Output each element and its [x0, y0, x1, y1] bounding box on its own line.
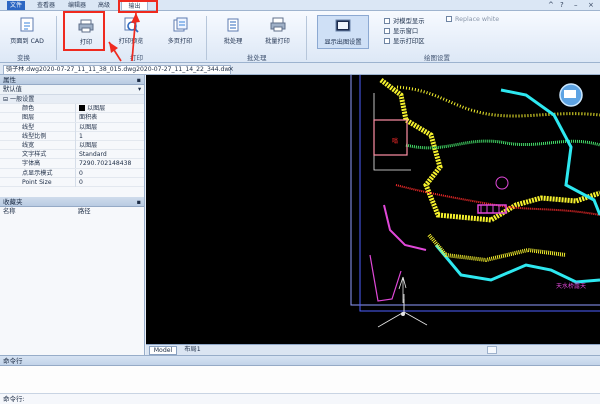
canvas-tabs: Model 布局1 [146, 344, 600, 355]
chevron-down-icon: ▾ [138, 86, 142, 93]
batch-process-button[interactable]: 批处理 [212, 17, 254, 45]
ribbon-collapse-icon[interactable]: ^ [548, 1, 554, 9]
svg-text:天水桥露天: 天水桥露天 [556, 282, 586, 290]
model-display-checkbox[interactable]: 对模型显示 [384, 16, 424, 25]
pan-zoom-icon[interactable] [559, 83, 583, 107]
batch-print-icon [269, 17, 287, 33]
left-pane: 属性 ▪ 默认值 ▾ ⊟ 一般设置 颜色 以图层 图层 面积表 线型 以图层 线型比例 1… [0, 75, 145, 355]
group-label-batch: 批处理 [247, 54, 267, 62]
multi-page-print-button[interactable]: 多页打印 [158, 17, 202, 45]
close-icon[interactable]: × [588, 1, 594, 9]
property-section-header[interactable]: ⊟ 一般设置 [0, 95, 144, 105]
pin-icon[interactable]: ▪ [137, 197, 141, 207]
show-print-settings-button[interactable]: 显示出图设置 [317, 15, 369, 49]
properties-title: 属性 ▪ [0, 75, 144, 85]
highlight-print-button [63, 11, 105, 51]
multi-page-print-icon [171, 17, 189, 33]
property-row: 颜色 以图层 [0, 104, 144, 114]
tab-model[interactable]: Model [149, 346, 177, 355]
property-row: 文字样式 Standard [0, 150, 144, 160]
cad-canvas[interactable]: 嗡 天水桥露天 [146, 75, 600, 344]
batch-print-button[interactable]: 批量打印 [255, 17, 300, 45]
batch-process-icon [224, 17, 242, 33]
group-label-print: 打印 [130, 54, 143, 62]
property-row: 字体高 7290.702148438 [0, 159, 144, 169]
menu-viewer[interactable]: 查看器 [37, 1, 55, 10]
command-title: 命令行 [0, 356, 600, 366]
tab-close-icon[interactable]: × [228, 65, 234, 73]
document-tab[interactable]: 骑子林.dwg2020-07-27_11_11_38_015.dwg2020-0… [3, 65, 231, 75]
page-to-cad-button[interactable]: 页面到 CAD [4, 17, 50, 45]
menubar: 文件 查看器 编辑器 高级 输出 ^ ? – × [0, 0, 600, 11]
property-row: 线宽 以图层 [0, 140, 144, 151]
svg-text:嗡: 嗡 [392, 138, 398, 145]
cad-drawing[interactable]: 嗡 天水桥露天 [146, 75, 600, 344]
ucs-axis-icon [377, 276, 428, 328]
page-to-cad-icon [18, 17, 36, 33]
property-row: 图层 面积表 [0, 113, 144, 123]
print-preview-icon [122, 17, 140, 33]
replace-white-checkbox[interactable]: Replace white [446, 16, 499, 23]
favorites-title: 收藏夹 ▪ [0, 196, 144, 207]
group-label-conversion: 变换 [17, 54, 30, 62]
highlight-output-menu [118, 0, 158, 13]
pin-icon[interactable]: ▪ [137, 75, 141, 85]
property-row: 线型比例 1 [0, 131, 144, 141]
print-preview-button[interactable]: 打印预览 [111, 17, 151, 45]
document-tabs: 骑子林.dwg2020-07-27_11_11_38_015.dwg2020-0… [0, 63, 600, 75]
favorites-header: 名称 路径 [3, 207, 91, 215]
tab-layout-1[interactable]: 布局1 [180, 346, 205, 355]
menu-advanced[interactable]: 高级 [98, 1, 110, 10]
show-print-area-checkbox[interactable]: 显示打印区 [384, 36, 424, 45]
property-row: 点显示模式 0 [0, 168, 144, 178]
help-icon[interactable]: ? [560, 1, 564, 9]
default-values-dropdown[interactable]: 默认值 ▾ [0, 85, 144, 95]
group-label-display: 绘图设置 [424, 54, 450, 62]
menu-file[interactable]: 文件 [7, 1, 25, 10]
print-settings-icon [334, 18, 352, 34]
canvas-scroll-icons[interactable] [487, 346, 497, 354]
command-panel: 命令行 命令行: [0, 355, 600, 404]
show-window-checkbox[interactable]: 显示窗口 [384, 26, 418, 35]
property-row: 线型 以图层 [0, 122, 144, 132]
cad-drawing-region: 嗡 天水桥露天 [350, 75, 600, 312]
menu-editor[interactable]: 编辑器 [68, 1, 86, 10]
command-history [0, 366, 600, 394]
property-row: Point Size 0 [0, 177, 144, 187]
minimize-icon[interactable]: – [574, 1, 578, 9]
